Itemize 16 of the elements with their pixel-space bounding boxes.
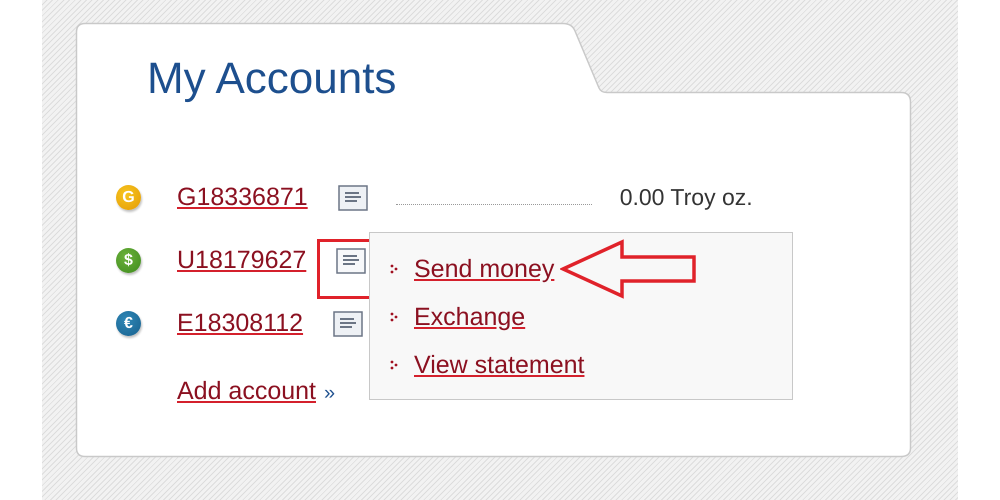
- menu-link[interactable]: Send money: [414, 254, 554, 284]
- menu-toggle-icon[interactable]: [333, 310, 364, 336]
- bullet-icon: [390, 360, 398, 370]
- menu-toggle-icon[interactable]: [338, 184, 368, 210]
- page-title: My Accounts: [146, 53, 396, 105]
- account-link[interactable]: E18308112: [177, 309, 304, 338]
- account-link[interactable]: G18336871: [177, 183, 308, 212]
- bullet-icon: [390, 264, 398, 274]
- account-link[interactable]: U18179627: [177, 246, 306, 275]
- menu-link[interactable]: Exchange: [414, 302, 526, 332]
- add-account-link[interactable]: Add account: [177, 377, 316, 406]
- bullet-icon: [390, 312, 398, 322]
- menu-link[interactable]: View statement: [414, 350, 584, 380]
- menu-toggle-icon[interactable]: [336, 248, 366, 274]
- balance-text: 0.00 Troy oz.: [620, 184, 753, 211]
- chevron-text: »: [324, 382, 336, 405]
